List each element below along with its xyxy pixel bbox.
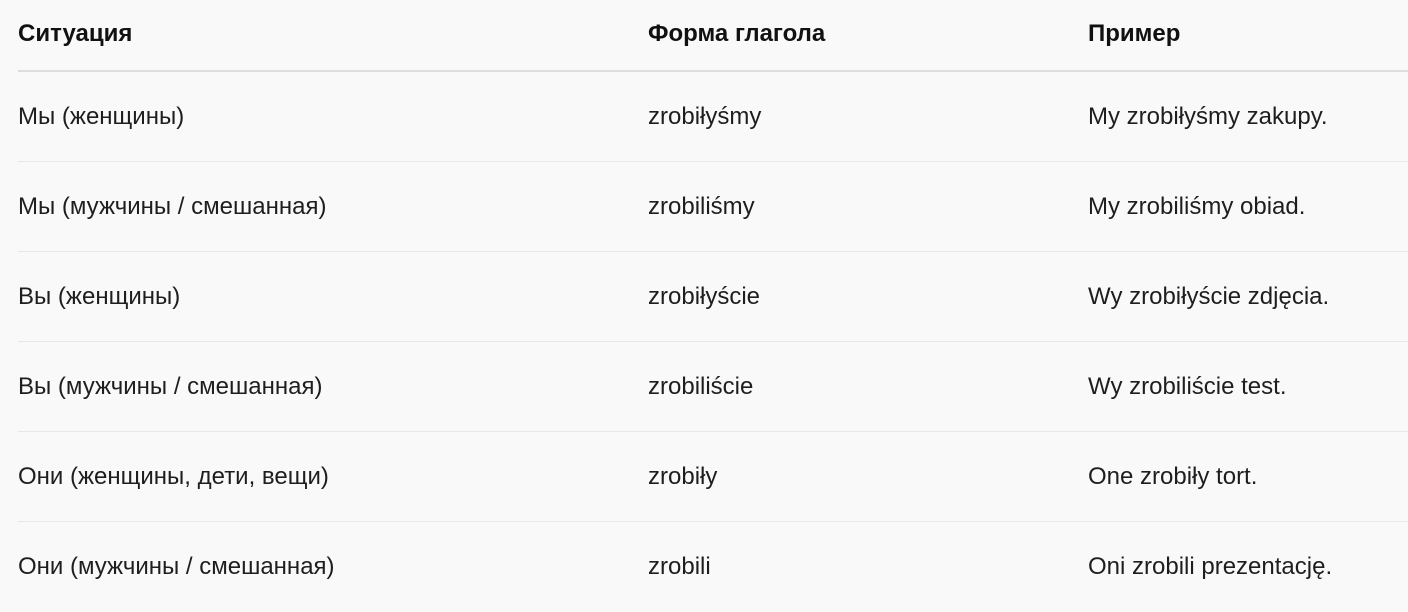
situation-cell: Они (женщины, дети, вещи)	[18, 431, 648, 522]
situation-cell: Вы (женщины)	[18, 251, 648, 342]
example-cell: One zrobiły tort.	[1088, 431, 1408, 522]
table-row: Вы (мужчины / смешанная) zrobiliście Wy …	[18, 341, 1408, 432]
example-cell: Wy zrobiłyście zdjęcia.	[1088, 251, 1408, 342]
example-cell: Oni zrobili prezentację.	[1088, 552, 1333, 580]
column-header-example: Пример	[1088, 0, 1408, 72]
table-row: Мы (мужчины / смешанная) zrobiliśmy My z…	[18, 161, 1408, 252]
example-cell: My zrobiliśmy obiad.	[1088, 161, 1408, 252]
conjugation-table-container: Ситуация Форма глагола Пример Мы (женщин…	[0, 0, 1408, 612]
table-body: Мы (женщины) zrobiłyśmy My zrobiłyśmy za…	[18, 71, 1408, 611]
verb-form-cell: zrobili	[648, 552, 711, 580]
conjugation-table: Ситуация Форма глагола Пример Мы (женщин…	[18, 0, 1408, 611]
verb-form-cell: zrobiliśmy	[648, 161, 1088, 252]
situation-cell: Мы (мужчины / смешанная)	[18, 161, 648, 252]
situation-cell: Вы (мужчины / смешанная)	[18, 341, 648, 432]
header-row: Ситуация Форма глагола Пример	[18, 0, 1408, 72]
verb-form-cell: zrobiliście	[648, 341, 1088, 432]
table-header: Ситуация Форма глагола Пример	[18, 0, 1408, 72]
column-header-situation: Ситуация	[18, 0, 648, 72]
example-cell: Wy zrobiliście test.	[1088, 341, 1408, 432]
situation-cell: Они (мужчины / смешанная)	[18, 552, 335, 580]
table-row: Они (женщины, дети, вещи) zrobiły One zr…	[18, 431, 1408, 522]
table-row: Они (мужчины / смешанная) zrobili Oni zr…	[18, 522, 1408, 612]
situation-cell: Мы (женщины)	[18, 71, 648, 162]
verb-form-cell: zrobiły	[648, 431, 1088, 522]
table-row: Мы (женщины) zrobiłyśmy My zrobiłyśmy za…	[18, 71, 1408, 162]
table-row: Вы (женщины) zrobiłyście Wy zrobiłyście …	[18, 251, 1408, 342]
column-header-verb-form: Форма глагола	[648, 0, 1088, 72]
verb-form-cell: zrobiłyśmy	[648, 71, 1088, 162]
example-cell: My zrobiłyśmy zakupy.	[1088, 71, 1408, 162]
verb-form-cell: zrobiłyście	[648, 251, 1088, 342]
